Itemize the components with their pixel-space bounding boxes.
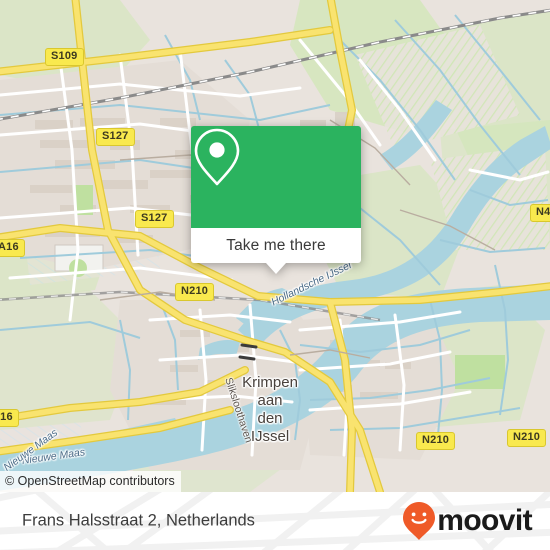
address-label: Frans Halsstraat 2, Netherlands <box>22 511 255 530</box>
destination-popup-card[interactable]: Take me there <box>191 126 361 274</box>
popup-icon-area <box>191 126 361 228</box>
take-me-there-label: Take me there <box>226 236 326 254</box>
road-shield: N4 <box>530 204 550 222</box>
road-shield: A16 <box>0 409 19 427</box>
road-shield: S127 <box>135 210 174 228</box>
map-pin-icon <box>194 128 240 186</box>
city-label-line: aan <box>257 392 283 409</box>
moovit-wordmark: moovit <box>437 504 532 537</box>
city-label-line: den <box>257 410 283 427</box>
road-shield: N210 <box>507 429 547 447</box>
footer-bar: Frans Halsstraat 2, Netherlands moovit <box>0 492 550 550</box>
take-me-there-button[interactable]: Take me there <box>191 228 361 274</box>
moovit-smiley-pin-icon <box>403 502 436 540</box>
osm-attribution[interactable]: © OpenStreetMap contributors <box>0 471 181 492</box>
city-label-line: Krimpen <box>242 374 298 391</box>
popup-tail <box>266 263 286 274</box>
road-shield: N210 <box>175 283 215 301</box>
map-canvas[interactable]: S109 S127 S127 A16 A16 N210 N210 N210 N4… <box>0 0 550 492</box>
road-shield: N210 <box>416 432 456 450</box>
road-shield: S109 <box>45 48 84 66</box>
city-label-line: IJssel <box>250 428 290 445</box>
road-shield: S127 <box>96 128 135 146</box>
road-shield: A16 <box>0 239 25 257</box>
moovit-logo[interactable]: moovit <box>402 501 533 541</box>
